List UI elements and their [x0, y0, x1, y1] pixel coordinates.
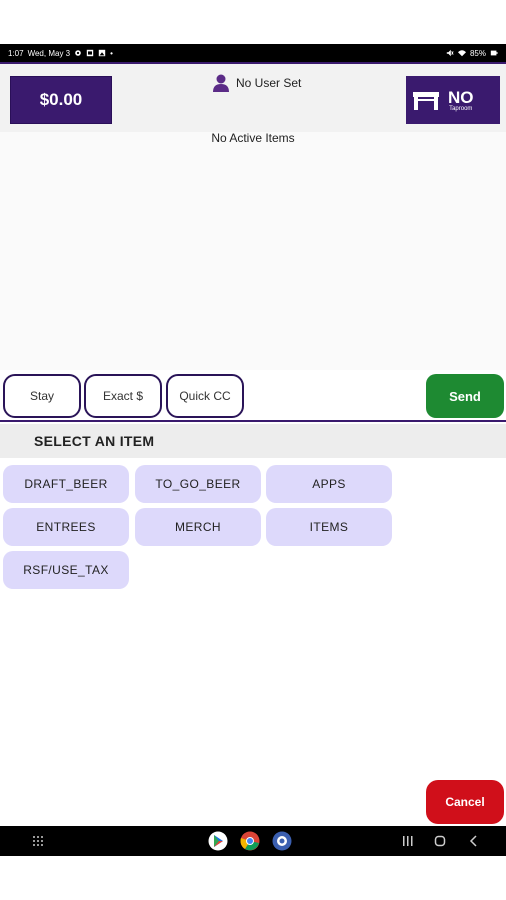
category-apps[interactable]: APPS: [266, 465, 392, 503]
send-button[interactable]: Send: [426, 374, 504, 418]
settings-icon: [75, 50, 81, 56]
table-icon: [413, 92, 439, 110]
app-drawer-icon[interactable]: [32, 835, 44, 847]
app-settings-icon[interactable]: [272, 831, 292, 851]
photo-icon: [98, 49, 106, 57]
order-header: $0.00 No User Set NO Taproom: [0, 62, 506, 132]
empty-order-message: No Active Items: [211, 131, 295, 145]
battery-level: 85%: [469, 48, 486, 58]
category-to-go-beer[interactable]: TO_GO_BEER: [135, 465, 261, 503]
table-number: NO: [448, 87, 474, 107]
category-rsf-use-tax[interactable]: RSF/USE_TAX: [3, 551, 129, 589]
category-entrees[interactable]: ENTREES: [3, 508, 129, 546]
order-total-button[interactable]: $0.00: [10, 76, 112, 124]
system-nav-bar: [0, 826, 506, 856]
gallery-icon: [86, 49, 94, 57]
status-bar: 1:07 Wed, May 3 • 85%: [0, 44, 506, 62]
action-bar: Stay Exact $ Quick CC Send: [0, 370, 506, 422]
user-name: No User Set: [236, 76, 302, 90]
wifi-icon: [457, 50, 466, 57]
pos-screen: 1:07 Wed, May 3 • 85% $0.00 No User Set: [0, 0, 506, 900]
category-section-title: SELECT AN ITEM: [0, 424, 506, 458]
order-items-list: [0, 132, 506, 370]
user-selector[interactable]: No User Set: [212, 74, 301, 92]
stay-button[interactable]: Stay: [3, 374, 81, 418]
user-icon: [213, 74, 229, 92]
play-store-icon[interactable]: [208, 831, 228, 851]
chrome-icon[interactable]: [240, 831, 260, 851]
category-draft-beer[interactable]: DRAFT_BEER: [3, 465, 129, 503]
back-icon[interactable]: [468, 835, 480, 847]
home-icon[interactable]: [434, 835, 446, 847]
status-time: 1:07: [8, 48, 24, 58]
category-merch[interactable]: MERCH: [135, 508, 261, 546]
exact-cash-button[interactable]: Exact $: [84, 374, 162, 418]
status-date: Wed, May 3: [27, 48, 71, 58]
cancel-button[interactable]: Cancel: [426, 780, 504, 824]
recent-apps-icon[interactable]: [402, 835, 414, 847]
category-items[interactable]: ITEMS: [266, 508, 392, 546]
mute-icon: [446, 49, 454, 57]
more-dot-icon: •: [110, 48, 113, 58]
battery-icon: [490, 50, 498, 56]
table-selector-button[interactable]: NO Taproom: [406, 76, 500, 124]
table-area: Taproom: [449, 105, 473, 112]
quick-cc-button[interactable]: Quick CC: [166, 374, 244, 418]
